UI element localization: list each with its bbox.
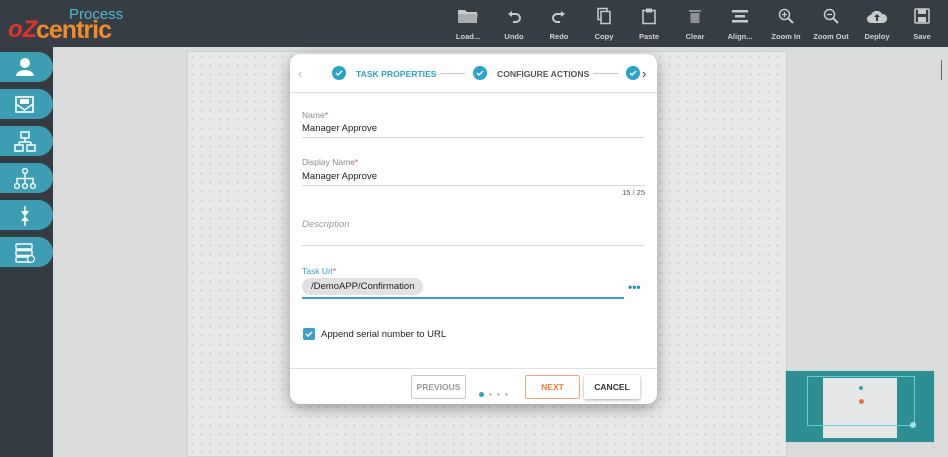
cancel-button[interactable]: CANCEL: [584, 375, 640, 399]
step-task-properties[interactable]: TASK PROPERTIES: [356, 69, 437, 79]
redo-label: Redo: [549, 32, 569, 41]
zoom-out-button[interactable]: Zoom Out: [809, 6, 853, 42]
copy-label: Copy: [594, 32, 614, 41]
step-connector: [440, 73, 465, 74]
paste-icon: [642, 8, 656, 25]
display-name-underline: [302, 185, 645, 186]
rail-user-button[interactable]: [0, 52, 53, 82]
undo-icon: [508, 11, 521, 23]
save-button[interactable]: Save: [900, 6, 944, 42]
copy-button[interactable]: Copy: [582, 6, 626, 42]
database-icon: [15, 243, 36, 264]
clear-label: Clear: [685, 32, 705, 41]
task-url-more-button[interactable]: •••: [628, 281, 641, 293]
deploy-label: Deploy: [864, 32, 890, 41]
page-indicator: [479, 386, 513, 404]
minimap-node-task: [859, 399, 864, 404]
copy-icon: [597, 7, 611, 25]
checkmark-icon: [305, 331, 313, 338]
step-next-arrow[interactable]: ›: [642, 66, 646, 81]
deploy-button[interactable]: Deploy: [855, 6, 899, 42]
align-icon: [732, 10, 748, 23]
dialog-footer: PREVIOUS NEXT CANCEL: [290, 368, 657, 404]
folder-icon: [458, 10, 478, 23]
name-label: Name*: [302, 110, 328, 120]
minimap[interactable]: [785, 370, 935, 443]
display-name-label: Display Name*: [302, 157, 359, 167]
display-name-input[interactable]: Manager Approve: [302, 171, 377, 182]
top-toolbar: oZ centric Process Load... Undo Redo Cop…: [0, 0, 948, 47]
page-dot-active: [479, 392, 484, 398]
wizard-stepper: ‹ TASK PROPERTIES CONFIGURE ACTIONS ›: [290, 54, 657, 93]
save-label: Save: [913, 32, 931, 41]
minimap-resize-handle[interactable]: [910, 422, 916, 428]
rail-connector-button[interactable]: [0, 200, 53, 230]
load-label: Load...: [455, 32, 481, 41]
rail-database-button[interactable]: [0, 237, 53, 267]
load-button[interactable]: Load...: [446, 6, 490, 42]
logo-process-text: Process: [69, 6, 124, 23]
step-2-check-icon: [473, 66, 487, 80]
zoom-in-button[interactable]: Zoom In: [764, 6, 808, 42]
next-button[interactable]: NEXT: [525, 375, 580, 399]
cloud-upload-icon: [867, 10, 888, 23]
rail-mail-task-button[interactable]: [0, 89, 53, 119]
hierarchy-icon: [14, 131, 36, 152]
connector-icon: [21, 206, 29, 226]
step-configure-actions[interactable]: CONFIGURE ACTIONS: [497, 69, 589, 79]
align-label: Align...: [727, 32, 753, 41]
step-prev-arrow[interactable]: ‹: [298, 66, 302, 81]
step-connector: [593, 73, 618, 74]
align-button[interactable]: Align...: [718, 6, 762, 42]
task-url-chip[interactable]: /DemoAPP/Confirmation: [302, 278, 424, 295]
step-1-check-icon: [332, 66, 346, 80]
rail-hierarchy-button[interactable]: [0, 126, 53, 156]
redo-button[interactable]: Redo: [537, 6, 581, 42]
description-underline: [302, 245, 645, 246]
paste-button[interactable]: Paste: [627, 6, 671, 42]
tree-icon: [14, 168, 36, 190]
processcentric-logo: oZ centric Process: [6, 4, 126, 44]
zoom-out-label: Zoom Out: [813, 32, 849, 41]
page-dot: [489, 393, 492, 397]
window-edge: [941, 60, 948, 80]
page-dot: [505, 393, 508, 397]
save-icon: [914, 8, 930, 24]
logo-oz-text: oZ: [8, 16, 38, 43]
zoom-in-icon: [778, 8, 794, 24]
redo-icon: [552, 11, 565, 23]
paste-label: Paste: [638, 32, 659, 41]
rail-tree-button[interactable]: [0, 163, 53, 193]
minimap-node-start: [859, 386, 863, 390]
task-url-label: Task Url*: [302, 266, 337, 276]
display-name-char-counter: 15 / 25: [622, 188, 645, 197]
mail-task-icon: [15, 96, 34, 113]
step-3-check-icon: [626, 66, 640, 80]
undo-button[interactable]: Undo: [492, 6, 536, 42]
page-dot: [497, 393, 500, 397]
append-serial-checkbox[interactable]: [303, 328, 315, 340]
task-properties-dialog: ‹ TASK PROPERTIES CONFIGURE ACTIONS › Na…: [290, 54, 657, 404]
clear-button[interactable]: Clear: [673, 6, 717, 42]
name-input[interactable]: Manager Approve: [302, 123, 377, 134]
task-url-underline: [302, 297, 624, 299]
undo-label: Undo: [504, 32, 524, 41]
append-serial-label: Append serial number to URL: [321, 329, 447, 340]
user-icon: [16, 58, 34, 76]
description-input[interactable]: Description: [302, 219, 350, 230]
previous-button[interactable]: PREVIOUS: [411, 375, 466, 399]
trash-icon: [689, 10, 701, 23]
left-rail: [0, 47, 53, 457]
name-underline: [302, 137, 645, 138]
zoom-in-label: Zoom In: [771, 32, 801, 41]
zoom-out-icon: [823, 8, 839, 24]
